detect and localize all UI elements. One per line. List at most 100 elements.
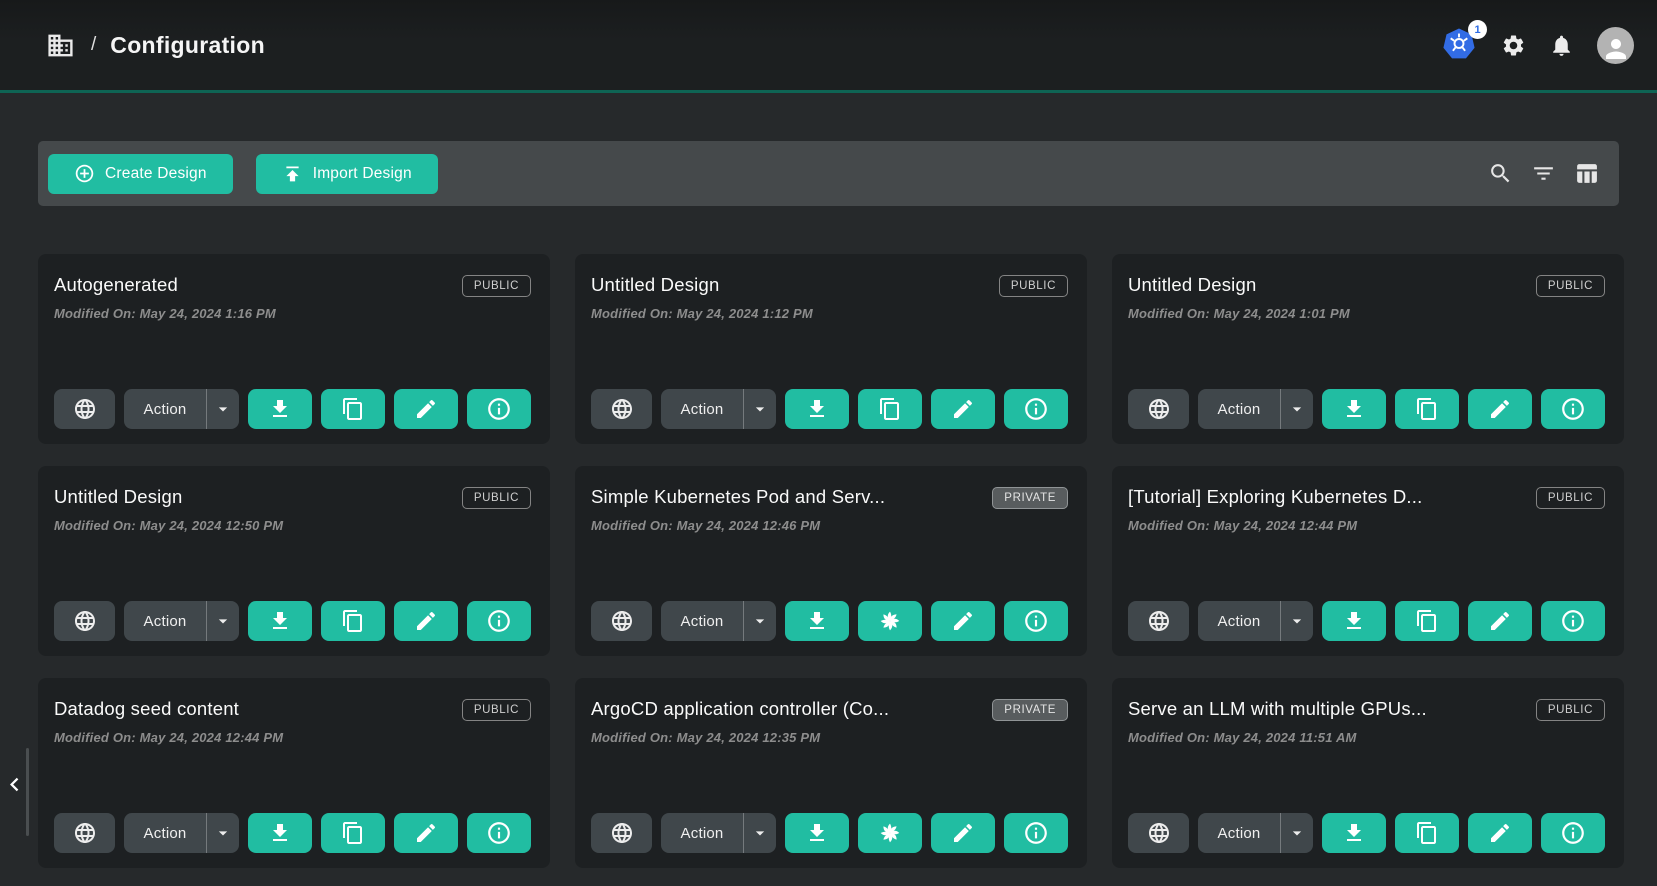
clone-button[interactable]: [858, 813, 922, 853]
action-dropdown-toggle[interactable]: [207, 399, 239, 419]
info-button[interactable]: [1004, 601, 1068, 641]
action-dropdown-toggle[interactable]: [1281, 399, 1313, 419]
clone-button[interactable]: [321, 389, 385, 429]
download-button[interactable]: [1322, 813, 1386, 853]
edit-button[interactable]: [394, 813, 458, 853]
edit-button[interactable]: [394, 389, 458, 429]
globe-icon: [610, 397, 634, 421]
action-split-button[interactable]: Action: [661, 601, 776, 641]
download-button[interactable]: [248, 813, 312, 853]
action-split-button[interactable]: Action: [124, 389, 239, 429]
info-button[interactable]: [1004, 389, 1068, 429]
edit-button[interactable]: [1468, 813, 1532, 853]
action-button-label[interactable]: Action: [661, 613, 743, 630]
edit-pencil-icon: [414, 397, 438, 421]
filter-list-icon[interactable]: [1531, 161, 1556, 186]
modified-date: Modified On: May 24, 2024 11:51 AM: [1128, 730, 1605, 745]
action-dropdown-toggle[interactable]: [744, 611, 776, 631]
info-button[interactable]: [1541, 601, 1605, 641]
design-title: Untitled Design: [54, 483, 182, 508]
visibility-globe-button[interactable]: [54, 813, 115, 853]
settings-gear-icon[interactable]: [1501, 33, 1526, 58]
action-split-button[interactable]: Action: [124, 601, 239, 641]
edit-button[interactable]: [931, 813, 995, 853]
drawer-collapse-handle[interactable]: [0, 745, 32, 840]
visibility-globe-button[interactable]: [1128, 813, 1189, 853]
visibility-globe-button[interactable]: [54, 389, 115, 429]
chevron-down-icon: [750, 399, 770, 419]
action-dropdown-toggle[interactable]: [207, 823, 239, 843]
action-button-label[interactable]: Action: [124, 825, 206, 842]
download-icon: [805, 821, 829, 845]
action-button-label[interactable]: Action: [661, 401, 743, 418]
organization-building-icon[interactable]: [46, 31, 75, 60]
action-button-label[interactable]: Action: [1198, 825, 1280, 842]
download-button[interactable]: [248, 601, 312, 641]
search-icon[interactable]: [1488, 161, 1513, 186]
action-dropdown-toggle[interactable]: [744, 823, 776, 843]
clone-button[interactable]: [858, 389, 922, 429]
visibility-globe-button[interactable]: [1128, 601, 1189, 641]
create-design-button[interactable]: Create Design: [48, 154, 233, 194]
action-split-button[interactable]: Action: [1198, 601, 1313, 641]
info-button[interactable]: [467, 601, 531, 641]
download-button[interactable]: [785, 813, 849, 853]
copy-icon: [1415, 609, 1439, 633]
action-button-label[interactable]: Action: [661, 825, 743, 842]
action-split-button[interactable]: Action: [661, 813, 776, 853]
clone-button[interactable]: [1395, 601, 1459, 641]
edit-pencil-icon: [951, 821, 975, 845]
info-button[interactable]: [1004, 813, 1068, 853]
visibility-globe-button[interactable]: [591, 601, 652, 641]
info-button[interactable]: [1541, 389, 1605, 429]
download-button[interactable]: [1322, 601, 1386, 641]
design-title: ArgoCD application controller (Co...: [591, 695, 889, 720]
action-button-label[interactable]: Action: [124, 613, 206, 630]
design-title: Serve an LLM with multiple GPUs...: [1128, 695, 1427, 720]
clone-button[interactable]: [1395, 813, 1459, 853]
clone-button[interactable]: [321, 813, 385, 853]
info-icon: [1560, 608, 1586, 634]
download-button[interactable]: [785, 601, 849, 641]
kubernetes-context-button[interactable]: 1: [1442, 28, 1478, 62]
info-button[interactable]: [1541, 813, 1605, 853]
edit-button[interactable]: [1468, 601, 1532, 641]
info-button[interactable]: [467, 389, 531, 429]
action-split-button[interactable]: Action: [661, 389, 776, 429]
download-button[interactable]: [785, 389, 849, 429]
edit-button[interactable]: [1468, 389, 1532, 429]
modified-date: Modified On: May 24, 2024 12:35 PM: [591, 730, 1068, 745]
info-button[interactable]: [467, 813, 531, 853]
visibility-globe-button[interactable]: [54, 601, 115, 641]
visibility-globe-button[interactable]: [591, 813, 652, 853]
clone-button[interactable]: [858, 601, 922, 641]
card-header: Untitled Design PUBLIC: [54, 483, 531, 509]
action-split-button[interactable]: Action: [1198, 813, 1313, 853]
action-dropdown-toggle[interactable]: [744, 399, 776, 419]
user-avatar[interactable]: [1597, 27, 1634, 64]
action-dropdown-toggle[interactable]: [1281, 611, 1313, 631]
notifications-bell-icon[interactable]: [1549, 33, 1574, 58]
action-dropdown-toggle[interactable]: [1281, 823, 1313, 843]
import-design-button[interactable]: Import Design: [256, 154, 438, 194]
action-split-button[interactable]: Action: [1198, 389, 1313, 429]
card-actions: Action: [1128, 813, 1605, 853]
visibility-globe-button[interactable]: [1128, 389, 1189, 429]
design-card: Simple Kubernetes Pod and Serv... PRIVAT…: [575, 466, 1087, 656]
edit-button[interactable]: [931, 389, 995, 429]
action-split-button[interactable]: Action: [124, 813, 239, 853]
action-dropdown-toggle[interactable]: [207, 611, 239, 631]
download-icon: [268, 821, 292, 845]
download-button[interactable]: [1322, 389, 1386, 429]
chevron-left-icon[interactable]: [1, 771, 28, 798]
download-button[interactable]: [248, 389, 312, 429]
clone-button[interactable]: [1395, 389, 1459, 429]
action-button-label[interactable]: Action: [1198, 613, 1280, 630]
clone-button[interactable]: [321, 601, 385, 641]
action-button-label[interactable]: Action: [124, 401, 206, 418]
edit-button[interactable]: [394, 601, 458, 641]
edit-button[interactable]: [931, 601, 995, 641]
visibility-globe-button[interactable]: [591, 389, 652, 429]
action-button-label[interactable]: Action: [1198, 401, 1280, 418]
table-view-icon[interactable]: [1574, 161, 1599, 186]
